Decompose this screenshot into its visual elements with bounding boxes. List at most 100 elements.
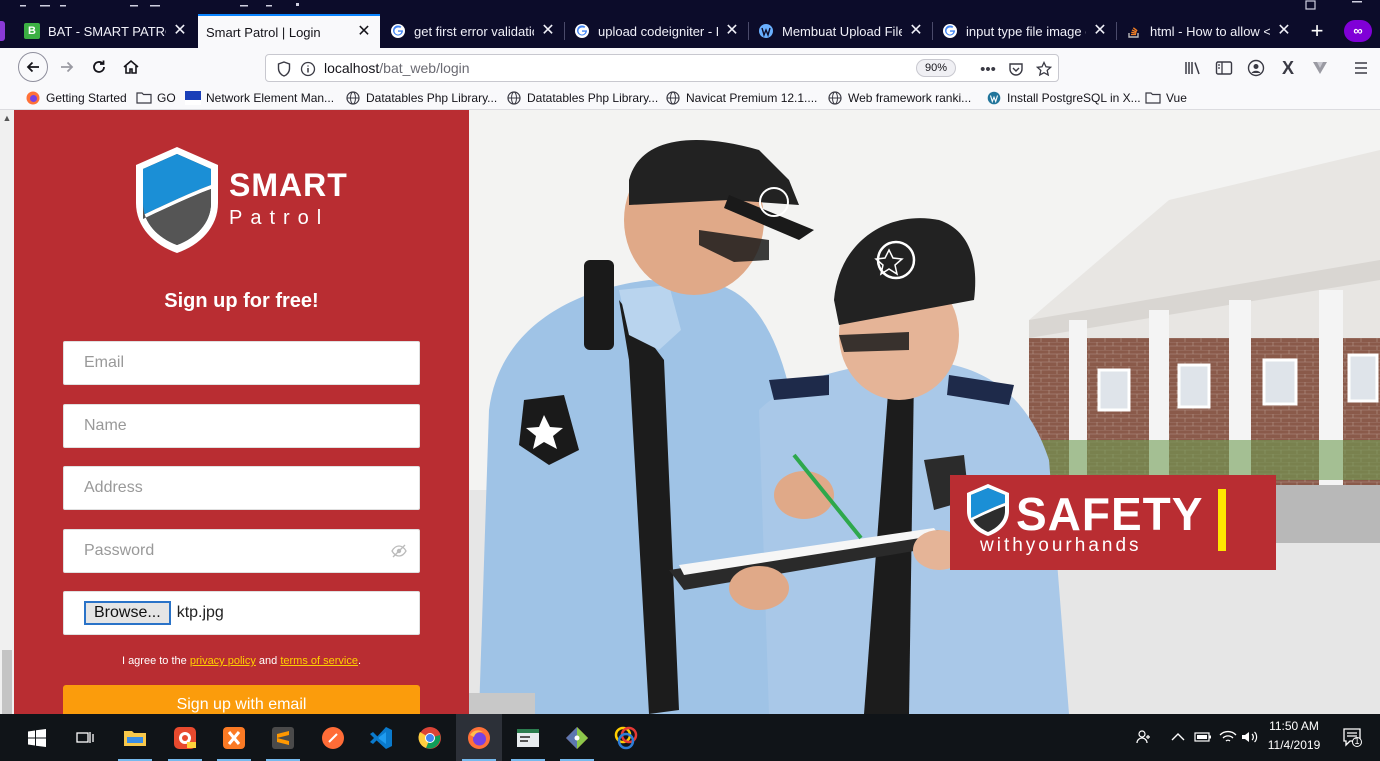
close-tab-icon[interactable]: ✕ [1092,23,1108,39]
tab-input-type-file[interactable]: input type file image o ✕ [934,14,1116,48]
taskbar-screen-recorder[interactable] [162,714,208,761]
close-tab-icon[interactable]: ✕ [908,23,924,39]
bookmark-vue-folder[interactable]: Vue [1145,89,1187,107]
firefox-icon [468,726,490,749]
system-clock[interactable]: 11:50 AM 11/4/2019 [1256,717,1332,759]
bookmark-label: Web framework ranki... [848,91,972,105]
bookmark-label: Install PostgreSQL in X... [1007,91,1141,105]
screen: B BAT - SMART PATROL ✕ Smart Patrol | Lo… [0,0,1380,761]
task-view-button[interactable] [62,714,108,761]
address-bar[interactable]: localhost/bat_web/login 90% ••• [265,54,1059,82]
ktp-file-field: Browse... ktp.jpg [63,591,420,635]
agree-and: and [255,655,281,667]
file-explorer-icon [124,730,146,746]
taskbar-sublime-text[interactable] [260,714,306,761]
wordpress-icon [758,23,774,39]
library-icon[interactable] [1182,57,1204,79]
bookmark-go-folder[interactable]: GO [136,89,176,107]
action-center-icon[interactable]: 1 [1340,726,1364,748]
password-input[interactable] [64,530,419,572]
bookmark-datatables-2[interactable]: Datatables Php Library... [506,89,658,107]
clock-time: 11:50 AM [1269,719,1319,733]
privacy-policy-link[interactable]: privacy policy [190,655,256,667]
bookmark-web-framework[interactable]: Web framework ranki... [827,89,971,107]
hamburger-menu-icon[interactable] [1350,57,1372,79]
battery-icon[interactable] [1193,726,1213,748]
name-input[interactable] [64,405,419,447]
taskbar-window-app[interactable] [505,714,551,761]
url-text[interactable]: localhost/bat_web/login [324,60,470,76]
taskbar-postman[interactable] [310,714,356,761]
close-tab-icon[interactable]: ✕ [540,23,556,39]
page-actions-icon[interactable]: ••• [978,59,998,79]
extension-x-icon[interactable]: X [1277,57,1299,79]
bookmark-datatables-1[interactable]: Datatables Php Library... [345,89,497,107]
zoom-level-button[interactable]: 90% [916,59,957,77]
taskbar-xampp[interactable] [211,714,257,761]
reload-button[interactable] [84,52,114,82]
globe-icon [665,90,681,106]
extension-v-icon[interactable] [1309,57,1331,79]
scroll-up-arrow-icon[interactable]: ▲ [0,110,14,126]
site-info-icon[interactable] [298,59,318,79]
taskbar-file-explorer[interactable] [112,714,158,761]
forward-button[interactable] [52,52,82,82]
tracking-shield-icon[interactable] [274,59,294,79]
safety-banner: SAFETY withyourhands [950,475,1276,570]
address-input[interactable] [64,467,419,509]
google-icon [574,23,590,39]
bookmark-network-element[interactable]: Network Element Man... [185,89,334,107]
terms-of-service-link[interactable]: terms of service [280,655,358,667]
wifi-icon[interactable] [1218,726,1238,748]
bookmark-star-icon[interactable] [1034,59,1054,79]
email-input[interactable] [64,342,419,384]
tab-title: BAT - SMART PATROL [48,23,166,39]
bookmark-navicat[interactable]: Navicat Premium 12.1.... [665,89,817,107]
start-button[interactable] [14,714,60,761]
name-field-wrapper [63,404,420,448]
tab-bat-smart-patrol[interactable]: B BAT - SMART PATROL ✕ [16,14,196,48]
logo-smart-text: SMART [229,167,348,203]
account-icon[interactable] [1245,57,1267,79]
scrollbar-thumb[interactable] [2,650,12,714]
sidebar-icon[interactable] [1213,57,1235,79]
network-element-icon [185,90,201,106]
globe-icon [506,90,522,106]
tab-smart-patrol-login[interactable]: Smart Patrol | Login ✕ [198,14,380,48]
tab-get-first-error[interactable]: get first error validation ✕ [382,14,564,48]
taskbar-vscode[interactable] [358,714,404,761]
people-icon[interactable] [1134,726,1154,748]
show-password-eye-icon[interactable] [391,544,407,558]
taskbar-git[interactable] [554,714,600,761]
close-tab-icon[interactable]: ✕ [172,23,188,39]
postman-icon [322,726,344,749]
window-app-icon [517,728,539,747]
tab-membuat-upload-file[interactable]: Membuat Upload File D ✕ [750,14,932,48]
tab-upload-codeigniter[interactable]: upload codeigniter - Pe ✕ [566,14,748,48]
browse-file-button[interactable]: Browse... [84,601,171,625]
taskbar-chrome[interactable] [407,714,453,761]
signup-with-email-button[interactable]: Sign up with email [63,685,420,714]
close-tab-icon[interactable]: ✕ [356,24,372,40]
tab-html-how-to-allow[interactable]: html - How to allow <i ✕ [1118,14,1300,48]
back-button[interactable] [18,52,48,82]
home-button[interactable] [116,52,146,82]
taskbar-color-app[interactable] [603,714,649,761]
bookmark-install-postgresql[interactable]: Install PostgreSQL in X... [986,89,1141,107]
tab-separator [748,22,749,40]
bookmark-label: Datatables Php Library... [527,91,659,105]
logo-patrol-text: Patrol [229,207,330,229]
bookmark-getting-started[interactable]: Getting Started [25,89,127,107]
task-view-icon [76,731,94,743]
new-tab-button[interactable]: + [1304,18,1330,44]
firefox-icon [25,90,41,106]
taskbar-firefox[interactable] [456,714,502,761]
pocket-icon[interactable] [1006,59,1026,79]
close-tab-icon[interactable]: ✕ [724,23,740,39]
close-tab-icon[interactable]: ✕ [1276,23,1292,39]
safety-tagline: withyourhands [980,535,1142,556]
url-path: /bat_web/login [379,60,470,76]
vertical-scrollbar[interactable]: ▲ [0,110,14,714]
tab-separator [1116,22,1117,40]
show-hidden-icons-chevron-up-icon[interactable] [1168,726,1188,748]
